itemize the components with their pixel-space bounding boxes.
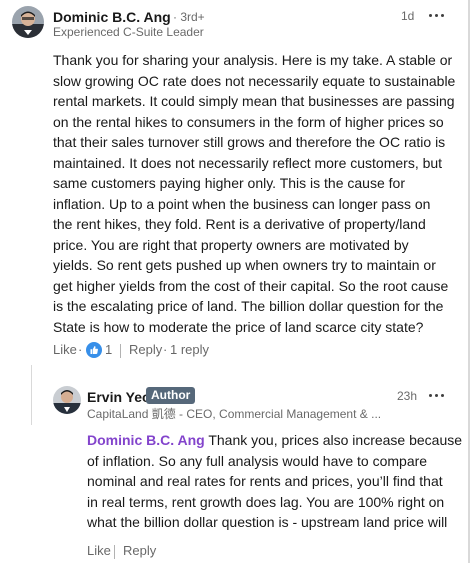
comment-body: Thank you for sharing your analysis. Her…	[53, 50, 455, 337]
comment-line: the rent hikes, they fold. Rent is a der…	[53, 216, 426, 232]
comment-line: inflation. Up to a point when the busine…	[53, 195, 431, 212]
reply-line: in real terms, rent growth does lag. You…	[87, 493, 445, 510]
like-button[interactable]: Like	[53, 342, 77, 357]
reply-author-name[interactable]: Ervin Yeo	[87, 389, 151, 405]
reply-author-headline: CapitaLand 凱德 - CEO, Commercial Manageme…	[87, 407, 382, 421]
comment-line: slow growing OC rate does not necessaril…	[53, 72, 456, 89]
comment-line: maintained. It does not necessarily refl…	[53, 154, 443, 171]
like-reaction-icon[interactable]	[86, 342, 102, 358]
comment-line: yields. So rent gets pushed up when owne…	[53, 257, 436, 273]
comment-line: price. You are right that property owner…	[53, 236, 409, 253]
ellipsis-icon	[428, 393, 432, 397]
reply-body: Dominic B.C. Ang Thank you, prices also …	[87, 430, 462, 533]
comment-line: is the escalating price of land. The bil…	[53, 298, 444, 314]
mention-link[interactable]: Dominic B.C. Ang	[87, 432, 205, 448]
commenter-avatar[interactable]	[12, 6, 44, 38]
comment-timestamp: 1d	[401, 9, 415, 23]
commenter-name[interactable]: Dominic B.C. Ang	[53, 9, 171, 25]
connection-degree: · 3rd+	[173, 10, 205, 24]
commenter-headline: Experienced C-Suite Leader	[53, 25, 204, 39]
action-divider	[120, 344, 121, 358]
comment-options-button[interactable]	[426, 8, 446, 22]
action-divider	[114, 545, 115, 559]
action-dot: ·	[163, 342, 168, 357]
reply-like-button[interactable]: Like	[87, 543, 111, 558]
replies-count-link[interactable]: 1 reply	[170, 342, 209, 357]
reply-options-button[interactable]	[426, 388, 446, 402]
comment-line: Thank you for sharing your analysis. Her…	[53, 52, 453, 68]
reaction-count[interactable]: 1	[105, 342, 112, 357]
author-badge: Author	[146, 387, 196, 404]
reply-line: what the billion dollar question is - up…	[87, 514, 448, 530]
comment-line: get higher yields from the cost of their…	[53, 277, 449, 294]
comment-line: on the rental hikes to consumers in the …	[53, 113, 444, 130]
ellipsis-icon	[428, 13, 432, 17]
reply-button[interactable]: Reply	[129, 342, 162, 357]
reply-timestamp: 23h	[397, 389, 418, 403]
comment-line: State is how to moderate the price of la…	[53, 318, 424, 335]
comments-thread: Dominic B.C. Ang · 3rd+ Experienced C-Su…	[0, 0, 470, 563]
reply-line: Dominic B.C. Ang Thank you, prices also …	[87, 430, 462, 451]
reply-reply-button[interactable]: Reply	[123, 543, 156, 558]
comment-line: that their sales turnover still grows an…	[53, 134, 446, 150]
thread-connector	[31, 365, 32, 425]
reply-author-avatar[interactable]	[53, 386, 81, 414]
action-dot: ·	[78, 342, 83, 357]
reply-line: of inflation. So any full analysis would…	[87, 452, 428, 469]
comment-line: rental markets. It could simply mean tha…	[53, 93, 455, 109]
reply-line: nominal and real rates for rents and pri…	[87, 473, 443, 489]
comment-line: same customers paying higher only. This …	[53, 175, 405, 191]
reply-first-line-text: Thank you, prices also increase because	[204, 432, 463, 448]
